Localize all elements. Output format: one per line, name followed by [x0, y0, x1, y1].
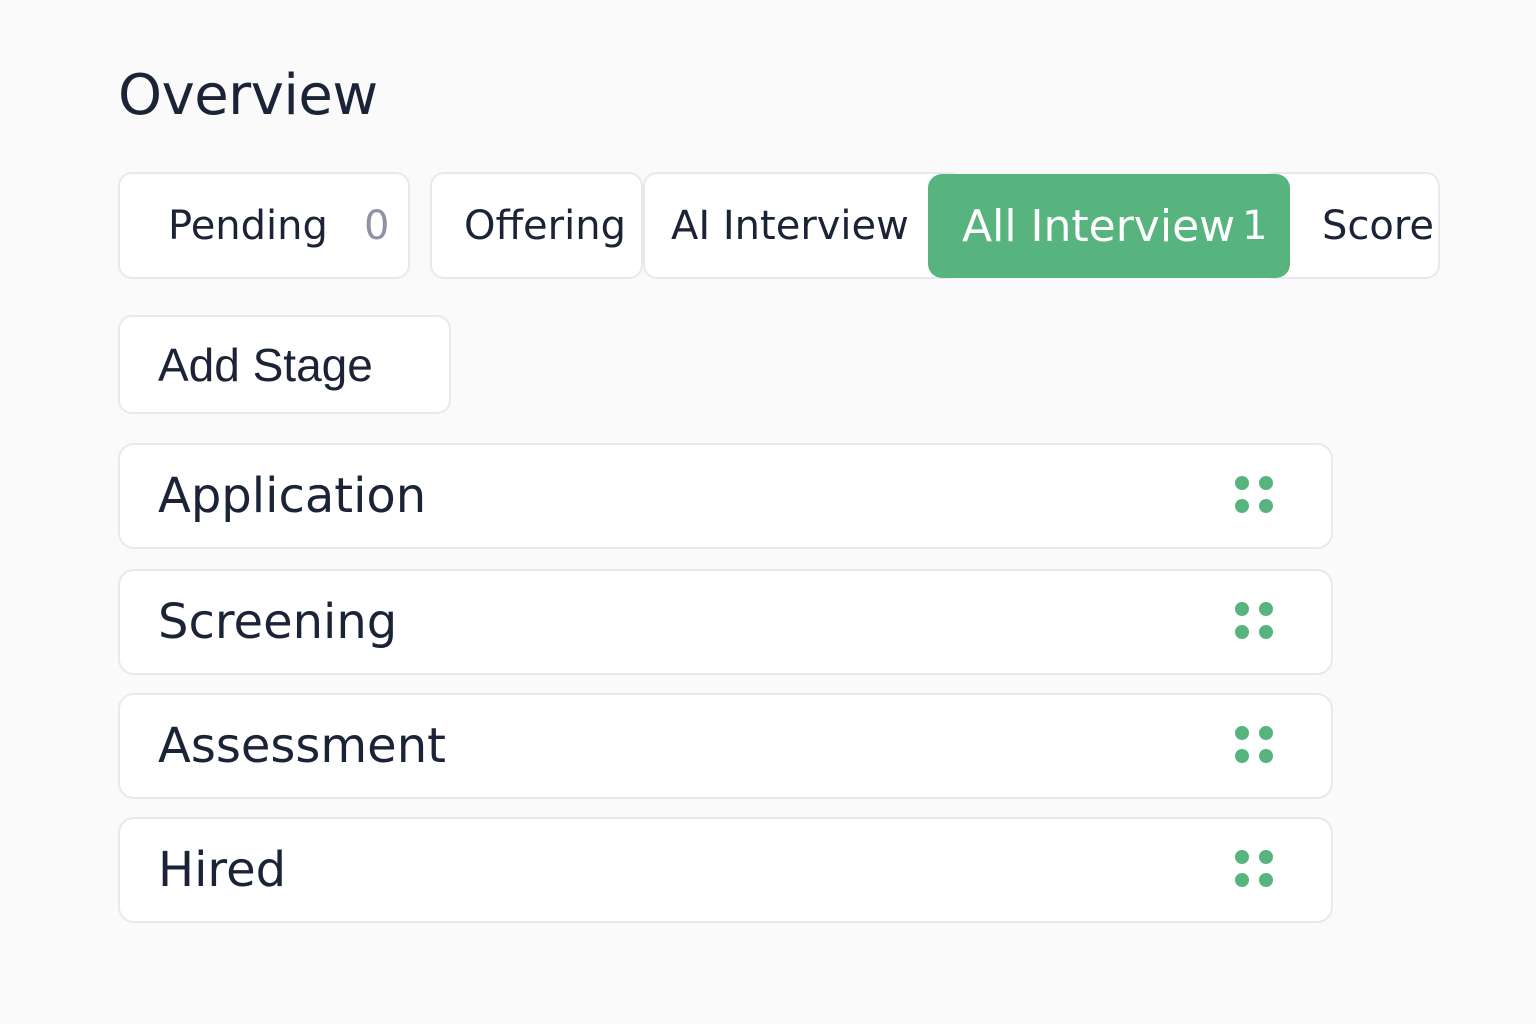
drag-handle-icon[interactable] [1235, 726, 1275, 766]
tab-label: Offering [464, 202, 626, 249]
drag-handle-icon[interactable] [1235, 850, 1275, 890]
tab-offering[interactable]: Offering [430, 172, 643, 279]
tab-count-badge: 1 [1242, 203, 1268, 249]
drag-handle-icon[interactable] [1235, 476, 1275, 516]
stage-label: Hired [158, 842, 287, 898]
tab-label: AI Interview [671, 202, 909, 249]
tab-label: Score [1322, 202, 1435, 249]
stage-label: Assessment [158, 718, 446, 774]
stage-row-hired[interactable]: Hired [118, 817, 1333, 923]
tab-all-interview[interactable]: All Interview 1 [928, 174, 1290, 278]
page-title: Overview [118, 63, 378, 128]
tab-label: Pending [168, 202, 328, 249]
stage-row-application[interactable]: Application [118, 443, 1333, 549]
stage-label: Screening [158, 594, 398, 650]
stage-row-assessment[interactable]: Assessment [118, 693, 1333, 799]
add-stage-button[interactable]: Add Stage [118, 315, 451, 414]
tab-count-badge: 0 [364, 202, 390, 249]
tab-ai-interview[interactable]: AI Interview [643, 172, 963, 279]
tab-label: All Interview [962, 200, 1236, 252]
stage-row-screening[interactable]: Screening [118, 569, 1333, 675]
stage-label: Application [158, 468, 427, 524]
overview-page: Overview Pending 0 Offering AI Interview… [0, 0, 1536, 1024]
drag-handle-icon[interactable] [1235, 602, 1275, 642]
tab-pending[interactable]: Pending 0 [118, 172, 410, 279]
